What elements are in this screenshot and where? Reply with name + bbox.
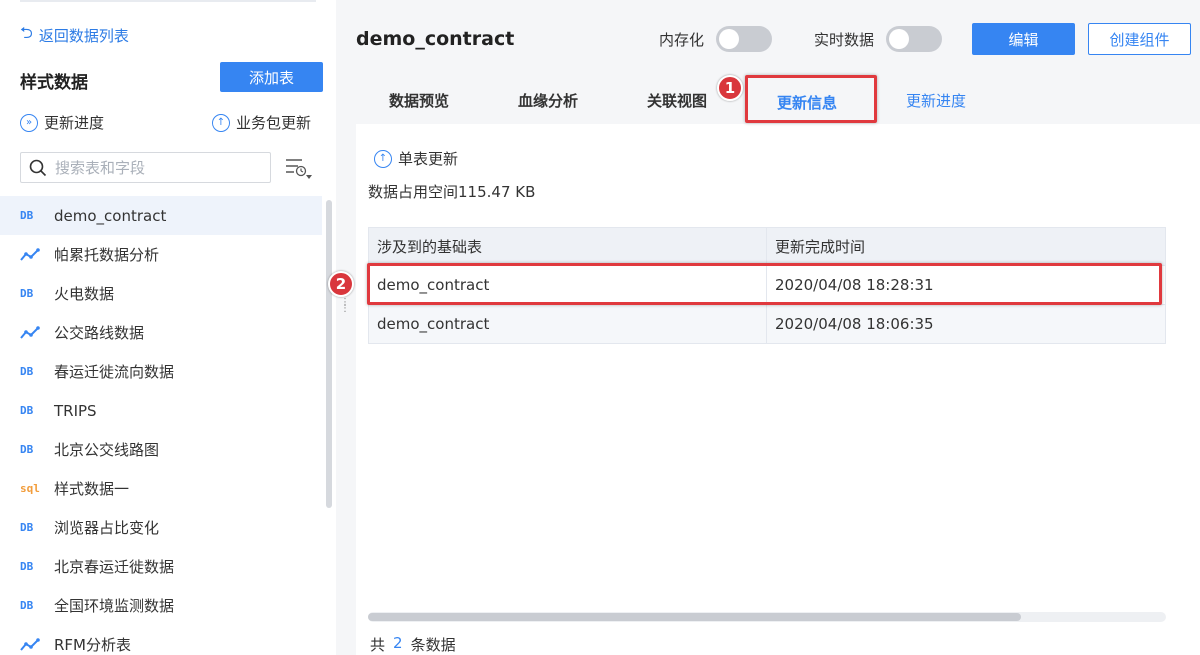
column-header-complete-time[interactable]: 更新完成时间: [766, 227, 1166, 266]
tab-data-preview[interactable]: 数据预览: [389, 90, 449, 111]
table-item-spring-migration[interactable]: DB 春运迁徙流向数据: [0, 352, 322, 391]
main-panel: demo_contract 内存化 实时数据 编辑 创建组件 数据预览 血缘分析…: [328, 0, 1200, 655]
db-icon: DB: [20, 521, 34, 534]
upload-circle-icon: ↑: [212, 113, 230, 132]
table-item-label: 全国环境监测数据: [54, 597, 175, 615]
record-count: 共 2 条数据: [370, 634, 456, 655]
table-item-browser-share[interactable]: DB 浏览器占比变化: [0, 508, 322, 547]
double-chevron-icon: »: [20, 113, 38, 132]
cell-base-table: demo_contract: [368, 304, 767, 344]
table-item-environment[interactable]: DB 全国环境监测数据: [0, 586, 322, 625]
realtime-toggle-group: 实时数据: [814, 26, 943, 52]
edit-button[interactable]: 编辑: [972, 23, 1075, 55]
back-link-label: 返回数据列表: [38, 27, 129, 45]
chart-line-icon: [20, 637, 40, 651]
cell-complete-time: 2020/04/08 18:06:35: [766, 304, 1166, 344]
package-update-link[interactable]: ↑ 业务包更新: [212, 112, 311, 133]
table-item-demo-contract[interactable]: DB demo_contract: [0, 196, 322, 235]
cell-base-table: demo_contract: [368, 265, 767, 305]
sidebar-top-divider: [20, 0, 316, 2]
single-table-update-button[interactable]: ↑ 单表更新: [374, 148, 458, 169]
update-progress-link[interactable]: » 更新进度: [20, 112, 104, 133]
table-item-label: 帕累托数据分析: [54, 246, 160, 264]
panel-splitter[interactable]: [336, 0, 356, 655]
db-icon: DB: [20, 599, 34, 612]
table-item-label: 北京公交线路图: [54, 441, 160, 459]
sidebar-title: 样式数据: [20, 73, 88, 93]
table-item-label: RFM分析表: [54, 636, 131, 654]
tab-lineage-analysis[interactable]: 血缘分析: [518, 90, 578, 111]
data-space-text: 数据占用空间115.47 KB: [368, 183, 536, 201]
in-memory-label: 内存化: [659, 30, 705, 49]
in-memory-toggle-group: 内存化: [659, 26, 773, 52]
search-input[interactable]: [55, 158, 255, 177]
table-item-label: 北京春运迁徙数据: [54, 558, 175, 576]
sql-icon: sql: [20, 482, 40, 495]
table-item-thermal-power[interactable]: DB 火电数据: [0, 274, 322, 313]
table-item-label: demo_contract: [54, 206, 167, 225]
table-row[interactable]: demo_contract 2020/04/08 18:06:35: [368, 304, 1166, 344]
chart-line-icon: [20, 325, 40, 339]
realtime-label: 实时数据: [814, 30, 875, 49]
db-icon: DB: [20, 404, 34, 417]
search-box: [20, 152, 271, 183]
add-table-button[interactable]: 添加表: [220, 62, 323, 92]
table-header-row: 涉及到的基础表 更新完成时间: [368, 227, 1166, 266]
search-icon: [29, 159, 47, 176]
sidebar-scrollbar[interactable]: [326, 200, 332, 508]
back-arrow-icon: ⮌: [20, 23, 33, 42]
tab-update-progress[interactable]: 更新进度: [906, 90, 966, 111]
tab-update-info[interactable]: 更新信息: [777, 92, 837, 113]
table-item-trips[interactable]: DB TRIPS: [0, 391, 322, 430]
db-icon: DB: [20, 365, 34, 378]
table-item-rfm[interactable]: RFM分析表: [0, 625, 322, 655]
table-item-label: 火电数据: [54, 285, 115, 303]
table-item-label: 公交路线数据: [54, 324, 145, 342]
create-component-button[interactable]: 创建组件: [1088, 23, 1191, 55]
upload-circle-icon: ↑: [374, 149, 392, 168]
db-icon: DB: [20, 209, 34, 222]
table-item-bus-route[interactable]: 公交路线数据: [0, 313, 322, 352]
cell-complete-time: 2020/04/08 18:28:31: [766, 265, 1166, 305]
record-count-suffix: 条数据: [410, 636, 456, 654]
annotation-badge-1: 1: [717, 75, 743, 101]
in-memory-toggle[interactable]: [716, 26, 773, 52]
db-icon: DB: [20, 443, 34, 456]
record-count-number: 2: [393, 634, 403, 652]
table-item-label: TRIPS: [54, 401, 97, 420]
back-to-list-link[interactable]: ⮌ 返回数据列表: [20, 22, 129, 49]
update-progress-label: 更新进度: [44, 114, 105, 132]
table-list: DB demo_contract 帕累托数据分析 DB 火电数据 公交路线数据 …: [0, 196, 322, 655]
table-item-pareto[interactable]: 帕累托数据分析: [0, 235, 322, 274]
package-update-label: 业务包更新: [236, 114, 312, 132]
table-item-beijing-migration[interactable]: DB 北京春运迁徙数据: [0, 547, 322, 586]
db-icon: DB: [20, 560, 34, 573]
filter-sort-icon[interactable]: [284, 156, 312, 180]
table-item-beijing-bus[interactable]: DB 北京公交线路图: [0, 430, 322, 469]
annotation-badge-2: 2: [328, 271, 354, 297]
db-icon: DB: [20, 287, 34, 300]
table-item-label: 春运迁徙流向数据: [54, 363, 175, 381]
table-item-label: 浏览器占比变化: [54, 519, 160, 537]
column-header-base-table[interactable]: 涉及到的基础表: [368, 227, 767, 266]
table-item-style-data-one[interactable]: sql 样式数据一: [0, 469, 322, 508]
table-item-label: 样式数据一: [54, 480, 130, 498]
record-count-prefix: 共: [370, 636, 386, 654]
page-title: demo_contract: [356, 28, 515, 50]
tab-relation-view[interactable]: 关联视图: [647, 90, 707, 111]
horizontal-scrollbar-thumb[interactable]: [368, 613, 1021, 621]
update-info-table: 涉及到的基础表 更新完成时间 demo_contract 2020/04/08 …: [368, 227, 1166, 344]
drag-handle-icon[interactable]: ⋮ ⋮: [340, 298, 350, 318]
sidebar: ⮌ 返回数据列表 样式数据 添加表 » 更新进度 ↑ 业务包更新 DB demo…: [0, 0, 336, 655]
chart-line-icon: [20, 247, 40, 261]
single-update-label: 单表更新: [398, 150, 459, 168]
realtime-toggle[interactable]: [886, 26, 943, 52]
table-row[interactable]: demo_contract 2020/04/08 18:28:31: [368, 265, 1166, 305]
